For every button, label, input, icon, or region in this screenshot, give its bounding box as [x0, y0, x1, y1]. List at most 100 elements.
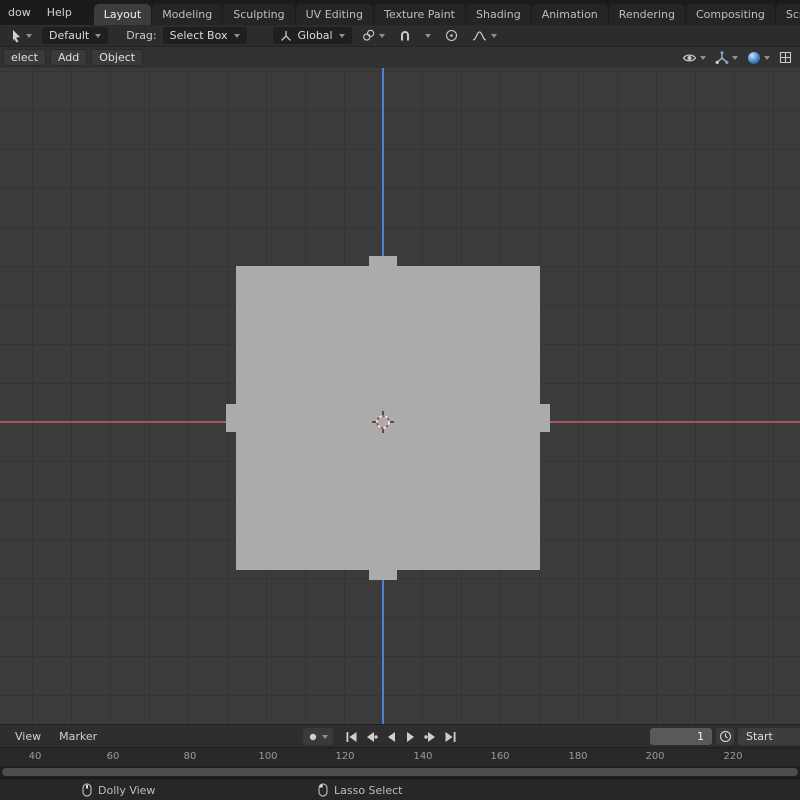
ruler-tick: 160	[490, 751, 509, 762]
menu-object[interactable]: Object	[91, 49, 143, 66]
tweak-cursor-icon	[10, 29, 22, 43]
pivot-icon	[362, 29, 375, 42]
orientation-value: Global	[298, 29, 333, 42]
workspace-tabs: Layout Modeling Sculpting UV Editing Tex…	[94, 0, 800, 25]
record-dot-icon	[308, 732, 318, 742]
pivot-point-dropdown[interactable]	[358, 27, 389, 44]
cube-notch-bottom	[369, 570, 397, 580]
next-keyframe-button[interactable]	[422, 728, 439, 745]
tool-preset-value: Default	[49, 29, 89, 42]
mouse-middle-icon	[82, 783, 92, 797]
drag-mode-dropdown[interactable]: Select Box	[163, 27, 247, 44]
menu-timeline-marker[interactable]: Marker	[52, 730, 104, 743]
proportional-editing-button[interactable]	[441, 27, 462, 44]
proportional-circle-icon	[445, 29, 458, 42]
chevron-down-icon	[26, 34, 32, 38]
timeline-scrollbar-thumb[interactable]	[2, 768, 798, 776]
magnet-icon	[399, 30, 411, 42]
ruler-tick: 40	[29, 751, 42, 762]
timeline-ruler[interactable]: 40 60 80 100 120 140 160 180 200 220	[0, 747, 800, 766]
active-tool-dropdown[interactable]	[6, 27, 36, 44]
tab-layout[interactable]: Layout	[94, 4, 151, 25]
chevron-down-icon	[732, 56, 738, 60]
play-reverse-button[interactable]	[382, 728, 399, 745]
ruler-tick: 200	[645, 751, 664, 762]
menu-window[interactable]: dow	[0, 0, 39, 25]
current-frame-field[interactable]: 1	[650, 728, 712, 745]
drag-mode-value: Select Box	[170, 29, 228, 42]
chevron-down-icon	[379, 34, 385, 38]
tab-compositing[interactable]: Compositing	[686, 4, 775, 25]
transform-orientation-dropdown[interactable]: Global	[273, 27, 352, 44]
grid-box-icon	[779, 51, 792, 64]
tab-scripting[interactable]: Scripting	[776, 4, 800, 25]
status-bar: Dolly View Lasso Select	[0, 778, 800, 800]
play-button[interactable]	[402, 728, 419, 745]
visibility-dropdown[interactable]	[682, 52, 706, 64]
ruler-tick: 100	[258, 751, 277, 762]
tab-texture-paint[interactable]: Texture Paint	[374, 4, 465, 25]
chevron-down-icon	[764, 56, 770, 60]
prev-keyframe-button[interactable]	[362, 728, 379, 745]
cube-notch-right	[540, 404, 550, 432]
menu-add[interactable]: Add	[50, 49, 87, 66]
viewport-options-button[interactable]	[779, 51, 792, 64]
drag-label: Drag:	[126, 29, 156, 42]
menu-help[interactable]: Help	[39, 0, 80, 25]
status-hint-label: Lasso Select	[334, 784, 403, 797]
axes-icon	[280, 30, 292, 42]
tab-rendering[interactable]: Rendering	[609, 4, 685, 25]
snap-settings-dropdown[interactable]	[421, 27, 435, 44]
mouse-left-icon	[318, 783, 328, 797]
ruler-tick: 140	[413, 751, 432, 762]
tab-shading[interactable]: Shading	[466, 4, 531, 25]
viewport-header: elect Add Object	[0, 47, 800, 68]
ruler-tick: 80	[184, 751, 197, 762]
status-hint-lasso: Lasso Select	[318, 779, 403, 800]
jump-to-start-button[interactable]	[342, 728, 359, 745]
frame-start-field[interactable]: Start	[738, 728, 800, 745]
gizmo-axes-icon	[715, 51, 729, 65]
chevron-down-icon	[491, 34, 497, 38]
chevron-down-icon	[425, 34, 431, 38]
chevron-down-icon	[339, 34, 345, 38]
status-hint-dolly: Dolly View	[82, 779, 155, 800]
auto-keyframe-button[interactable]	[303, 728, 333, 745]
clock-icon	[719, 730, 732, 743]
ruler-tick: 180	[568, 751, 587, 762]
menu-select[interactable]: elect	[3, 49, 46, 66]
ruler-tick: 120	[335, 751, 354, 762]
jump-to-end-button[interactable]	[442, 728, 459, 745]
tab-sculpting[interactable]: Sculpting	[223, 4, 294, 25]
falloff-curve-icon	[472, 30, 487, 42]
playback-popover-button[interactable]	[716, 728, 734, 745]
ruler-tick: 220	[723, 751, 742, 762]
proportional-falloff-dropdown[interactable]	[468, 27, 501, 44]
playback-controls	[303, 728, 459, 745]
timeline-header: View Marker 1	[0, 724, 800, 747]
gizmos-dropdown[interactable]	[715, 51, 738, 65]
cube-notch-left	[226, 404, 236, 432]
menu-timeline-view[interactable]: View	[8, 730, 48, 743]
3d-cursor	[370, 409, 396, 435]
snap-toggle-button[interactable]	[395, 27, 415, 44]
ruler-tick: 60	[107, 751, 120, 762]
cube-notch-top	[369, 256, 397, 266]
tab-uv-editing[interactable]: UV Editing	[296, 4, 373, 25]
chevron-down-icon	[234, 34, 240, 38]
chevron-down-icon	[95, 34, 101, 38]
viewport-header-right	[682, 51, 797, 65]
tool-preset-dropdown[interactable]: Default	[42, 27, 108, 44]
chevron-down-icon	[322, 735, 328, 739]
tool-settings-bar: Default Drag: Select Box Global	[0, 25, 800, 47]
status-hint-label: Dolly View	[98, 784, 155, 797]
topbar: dow Help Layout Modeling Sculpting UV Ed…	[0, 0, 800, 25]
tab-animation[interactable]: Animation	[532, 4, 608, 25]
3d-viewport[interactable]	[0, 68, 800, 724]
timeline-scrollbar	[0, 766, 800, 778]
viewport-shading-dropdown[interactable]	[747, 51, 770, 65]
chevron-down-icon	[700, 56, 706, 60]
timeline-menus: View Marker	[8, 725, 104, 748]
shading-sphere-icon	[747, 51, 761, 65]
tab-modeling[interactable]: Modeling	[152, 4, 222, 25]
